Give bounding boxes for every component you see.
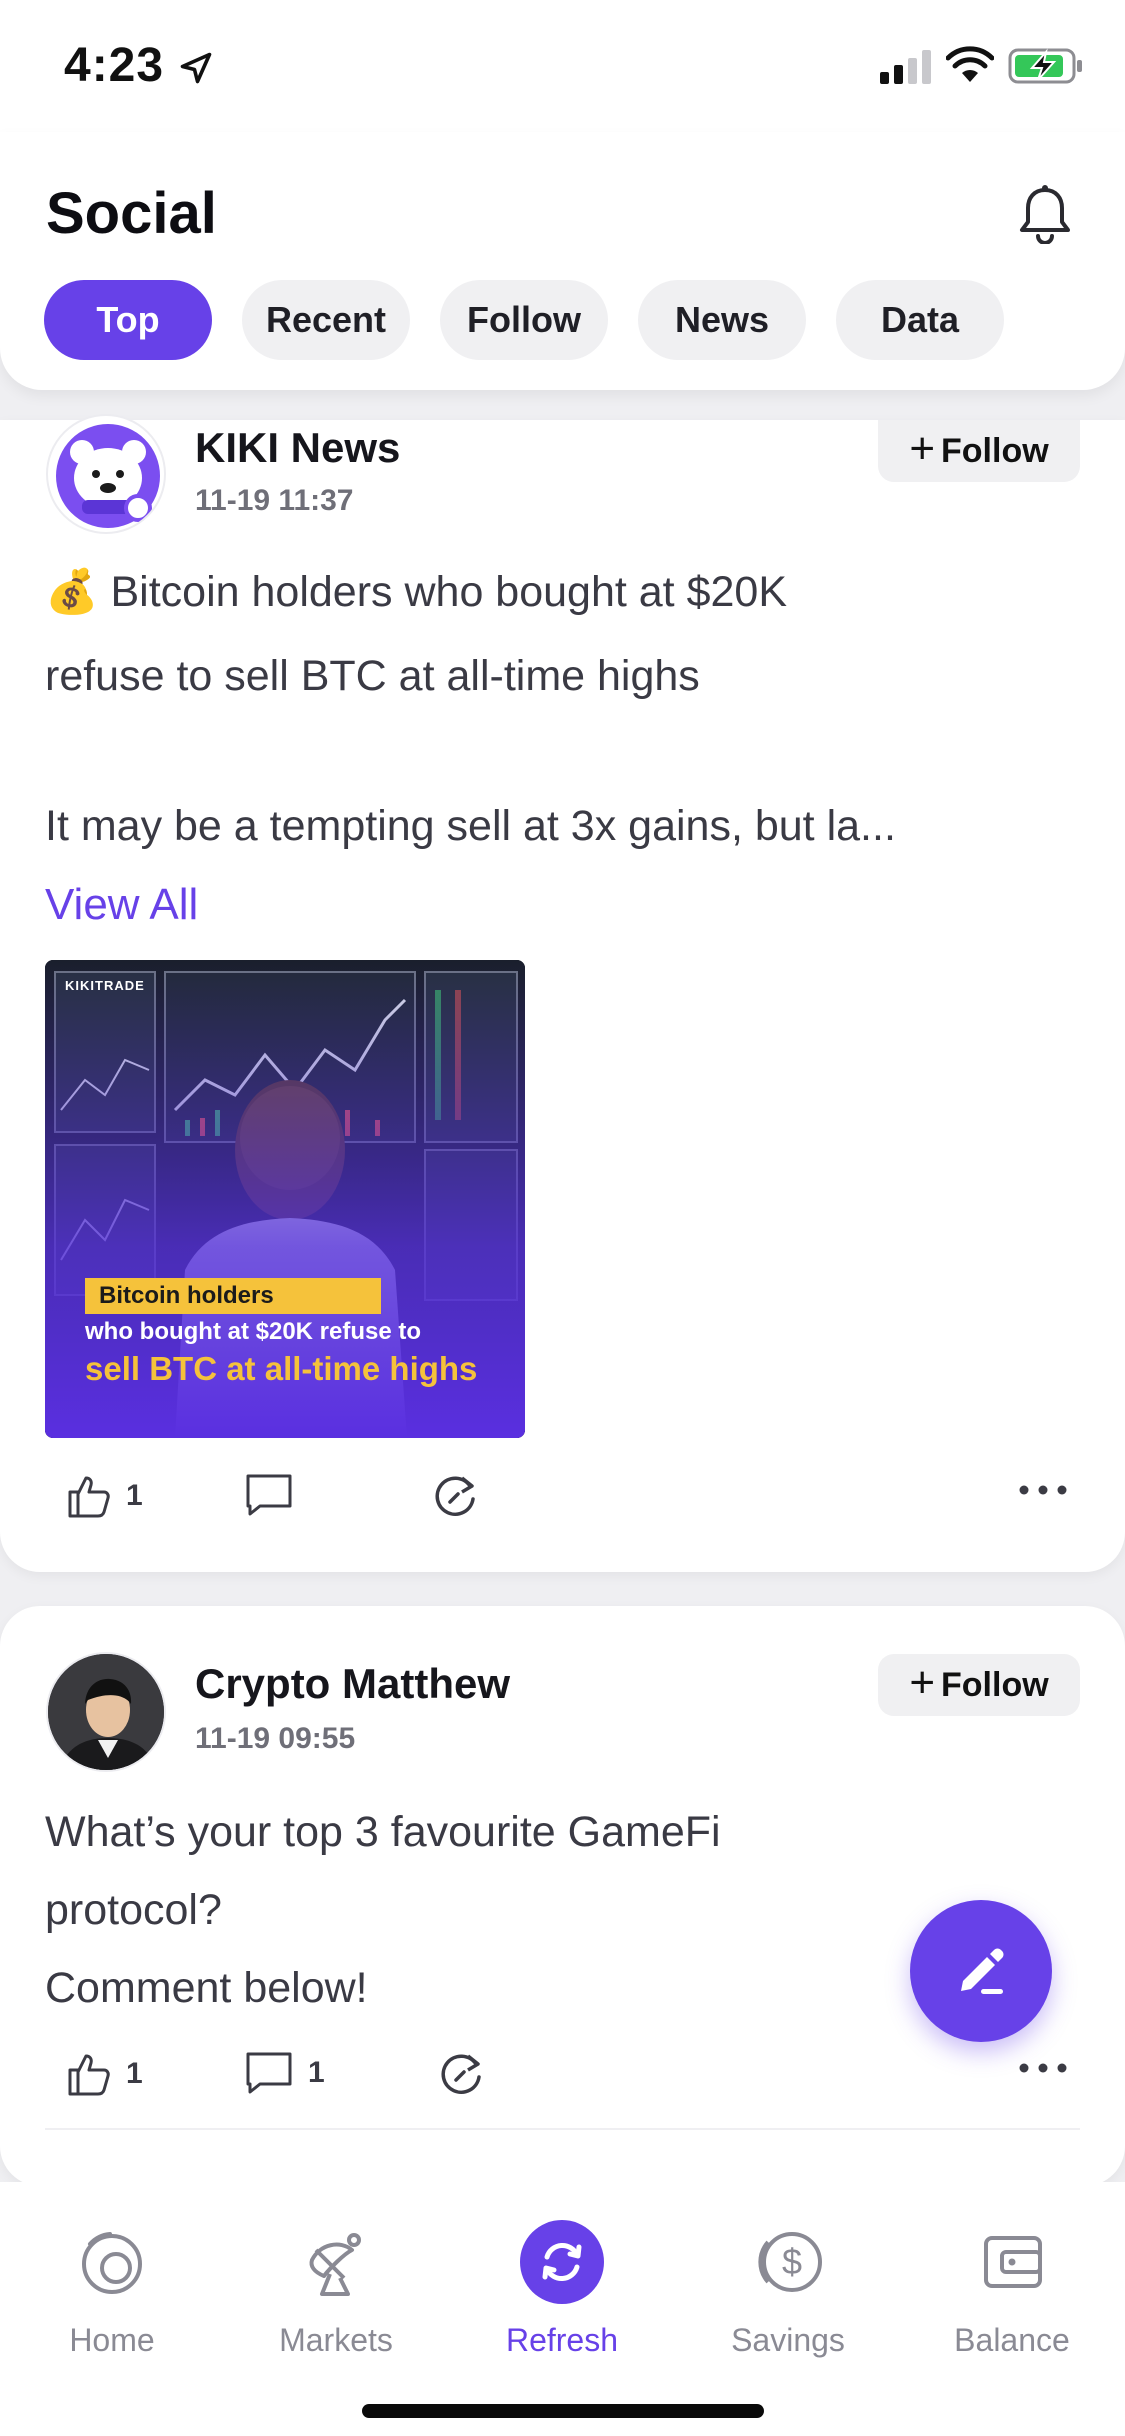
comment-icon [244, 2050, 294, 2096]
nav-label-balance: Balance [954, 2322, 1070, 2358]
edit-pencil-icon [949, 1939, 1013, 2003]
feed-tabs: Top Recent Follow News Data [44, 280, 1004, 360]
tab-recent[interactable]: Recent [242, 280, 410, 360]
comment-action[interactable]: 1 [244, 2050, 325, 2096]
share-refresh-icon [436, 2050, 486, 2100]
nav-home[interactable]: Home [12, 2220, 212, 2359]
image-caption-line-1: who bought at $20K refuse to [85, 1318, 422, 1345]
tab-follow[interactable]: Follow [440, 280, 608, 360]
like-count: 1 [126, 1479, 143, 1512]
post-divider [45, 2128, 1080, 2130]
share-action[interactable] [430, 1472, 480, 1522]
post-actions: 1 1 [0, 2042, 1125, 2102]
share-refresh-icon [430, 1472, 480, 1522]
location-arrow-icon [178, 50, 214, 86]
nav-refresh[interactable]: Refresh [462, 2220, 662, 2359]
status-bar: 4:23 [0, 0, 1125, 132]
thumbs-up-icon [64, 1472, 112, 1520]
refresh-icon [537, 2237, 587, 2287]
author-name[interactable]: KIKI News [195, 424, 400, 472]
more-icon [1018, 2062, 1068, 2074]
nav-label-markets: Markets [279, 2322, 393, 2358]
more-options-action[interactable] [1018, 1484, 1068, 1496]
notification-bell-icon[interactable] [1016, 184, 1074, 244]
nav-label-home: Home [69, 2322, 155, 2358]
post-card: KIKI News 11-19 11:37 + Follow 💰 Bitcoin… [0, 414, 1125, 1572]
compose-post-button[interactable] [910, 1900, 1052, 2042]
plus-icon: + [909, 424, 936, 473]
like-action[interactable]: 1 [64, 1472, 143, 1520]
post-text-line-2: refuse to sell BTC at all-time highs [45, 652, 700, 700]
post-card: Crypto Matthew 11-19 09:55 + Follow What… [0, 1606, 1125, 2186]
nav-markets[interactable]: Markets [236, 2220, 436, 2359]
follow-label: Follow [941, 1665, 1049, 1704]
signal-icon [880, 50, 934, 84]
post-actions: 1 [0, 1464, 1125, 1524]
page-title: Social [46, 181, 217, 246]
like-action[interactable]: 1 [64, 2050, 143, 2098]
author-avatar[interactable] [46, 414, 166, 534]
svg-text:$: $ [782, 2241, 802, 2282]
nav-balance[interactable]: Balance [912, 2220, 1112, 2359]
balance-icon [970, 2220, 1054, 2304]
post-time: 11-19 09:55 [195, 1722, 356, 1755]
savings-icon: $ [746, 2220, 830, 2304]
bottom-nav: Home Markets Refresh $ Savings Balance [0, 2182, 1125, 2436]
nav-label-savings: Savings [731, 2322, 845, 2358]
author-name[interactable]: Crypto Matthew [195, 1660, 510, 1708]
follow-button[interactable]: + Follow [878, 1654, 1080, 1716]
share-action[interactable] [436, 2050, 486, 2100]
plus-icon: + [909, 1658, 936, 1707]
battery-charging-icon [1008, 48, 1084, 84]
comment-count: 1 [308, 2056, 325, 2089]
image-caption-line-2: sell BTC at all-time highs [85, 1350, 478, 1387]
nav-savings[interactable]: $ Savings [688, 2220, 888, 2359]
markets-icon [294, 2220, 378, 2304]
more-options-action[interactable] [1018, 2062, 1068, 2074]
image-tag: Bitcoin holders [85, 1278, 381, 1314]
post-text-line-3: It may be a tempting sell at 3x gains, b… [45, 802, 896, 850]
nav-label-refresh: Refresh [505, 2322, 619, 2358]
post-text-line-1: 💰 Bitcoin holders who bought at $20K [45, 568, 788, 616]
post-time: 11-19 11:37 [195, 484, 354, 517]
like-count: 1 [126, 2057, 143, 2090]
tab-top[interactable]: Top [44, 280, 212, 360]
view-all-link[interactable]: View All [45, 880, 198, 930]
tab-news[interactable]: News [638, 280, 806, 360]
home-icon [70, 2220, 154, 2304]
post-text-line-1: What’s your top 3 favourite GameFi [45, 1808, 721, 1856]
tab-data[interactable]: Data [836, 280, 1004, 360]
follow-label: Follow [941, 431, 1049, 470]
status-time: 4:23 [64, 39, 165, 92]
wifi-icon [946, 46, 994, 84]
comment-icon [244, 1472, 294, 1518]
more-icon [1018, 1484, 1068, 1496]
comment-action[interactable] [244, 1472, 294, 1518]
follow-button[interactable]: + Follow [878, 420, 1080, 482]
image-brand-label: KIKITRADE [65, 978, 145, 993]
thumbs-up-icon [64, 2050, 112, 2098]
author-avatar[interactable] [46, 1652, 166, 1772]
refresh-icon-circle [520, 2220, 604, 2304]
post-image[interactable]: KIKITRADE Bitcoin holders who bought at … [45, 960, 525, 1438]
home-indicator [362, 2404, 764, 2418]
social-header: Social Top Recent Follow News Data [0, 132, 1125, 390]
